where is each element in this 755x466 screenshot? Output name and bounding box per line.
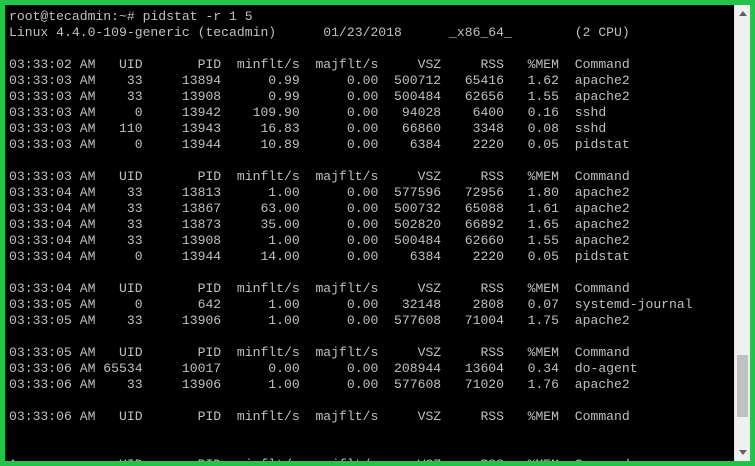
terminal-line: 03:33:05 AM 0 642 1.00 0.00 32148 2808 0… — [9, 297, 693, 312]
terminal-line: 03:33:04 AM 33 13873 35.00 0.00 502820 6… — [9, 217, 630, 232]
triangle-up-icon — [738, 11, 747, 16]
terminal-line: 03:33:04 AM 33 13813 1.00 0.00 577596 72… — [9, 185, 630, 200]
terminal-line: 03:33:03 AM 0 13944 10.89 0.00 6384 2220… — [9, 137, 630, 152]
terminal-line: 03:33:04 AM 33 13908 1.00 0.00 500484 62… — [9, 233, 630, 248]
terminal-line: 03:33:03 AM UID PID minflt/s majflt/s VS… — [9, 169, 630, 184]
terminal-line: 03:33:03 AM 110 13943 16.83 0.00 66860 3… — [9, 121, 607, 136]
terminal-line: 03:33:04 AM UID PID minflt/s majflt/s VS… — [9, 281, 630, 296]
terminal-line: 03:33:06 AM 65534 10017 0.00 0.00 208944… — [9, 361, 638, 376]
terminal-line: 03:33:06 AM 33 13906 1.00 0.00 577608 71… — [9, 377, 630, 392]
triangle-down-icon — [738, 450, 747, 455]
terminal-line: 03:33:04 AM 0 13944 14.00 0.00 6384 2220… — [9, 249, 630, 264]
terminal-line: 03:33:05 AM 33 13906 1.00 0.00 577608 71… — [9, 313, 630, 328]
scroll-up-button[interactable] — [735, 5, 750, 22]
terminal-line: 03:33:03 AM 33 13908 0.99 0.00 500484 62… — [9, 89, 630, 104]
terminal-line: 03:33:04 AM 33 13867 63.00 0.00 500732 6… — [9, 201, 630, 216]
terminal-line: 03:33:03 AM 0 13942 109.90 0.00 94028 64… — [9, 105, 607, 120]
scroll-thumb[interactable] — [737, 355, 748, 417]
terminal-window[interactable]: root@tecadmin:~# pidstat -r 1 5 Linux 4.4… — [5, 5, 750, 461]
terminal-line: 03:33:02 AM UID PID minflt/s majflt/s VS… — [9, 57, 630, 72]
terminal-line: 03:33:05 AM UID PID minflt/s majflt/s VS… — [9, 345, 630, 360]
terminal-line: root@tecadmin:~# pidstat -r 1 5 — [9, 9, 253, 24]
scroll-down-button[interactable] — [735, 444, 750, 461]
terminal-line: 03:33:06 AM UID PID minflt/s majflt/s VS… — [9, 409, 630, 424]
vertical-scrollbar[interactable] — [734, 5, 750, 461]
terminal-line: Average: UID PID minflt/s majflt/s VSZ R… — [9, 457, 731, 461]
terminal-output[interactable]: root@tecadmin:~# pidstat -r 1 5 Linux 4.4… — [9, 9, 731, 461]
terminal-line: 03:33:03 AM 33 13894 0.99 0.00 500712 65… — [9, 73, 630, 88]
terminal-line: Linux 4.4.0-109-generic (tecadmin) 01/23… — [9, 25, 630, 40]
